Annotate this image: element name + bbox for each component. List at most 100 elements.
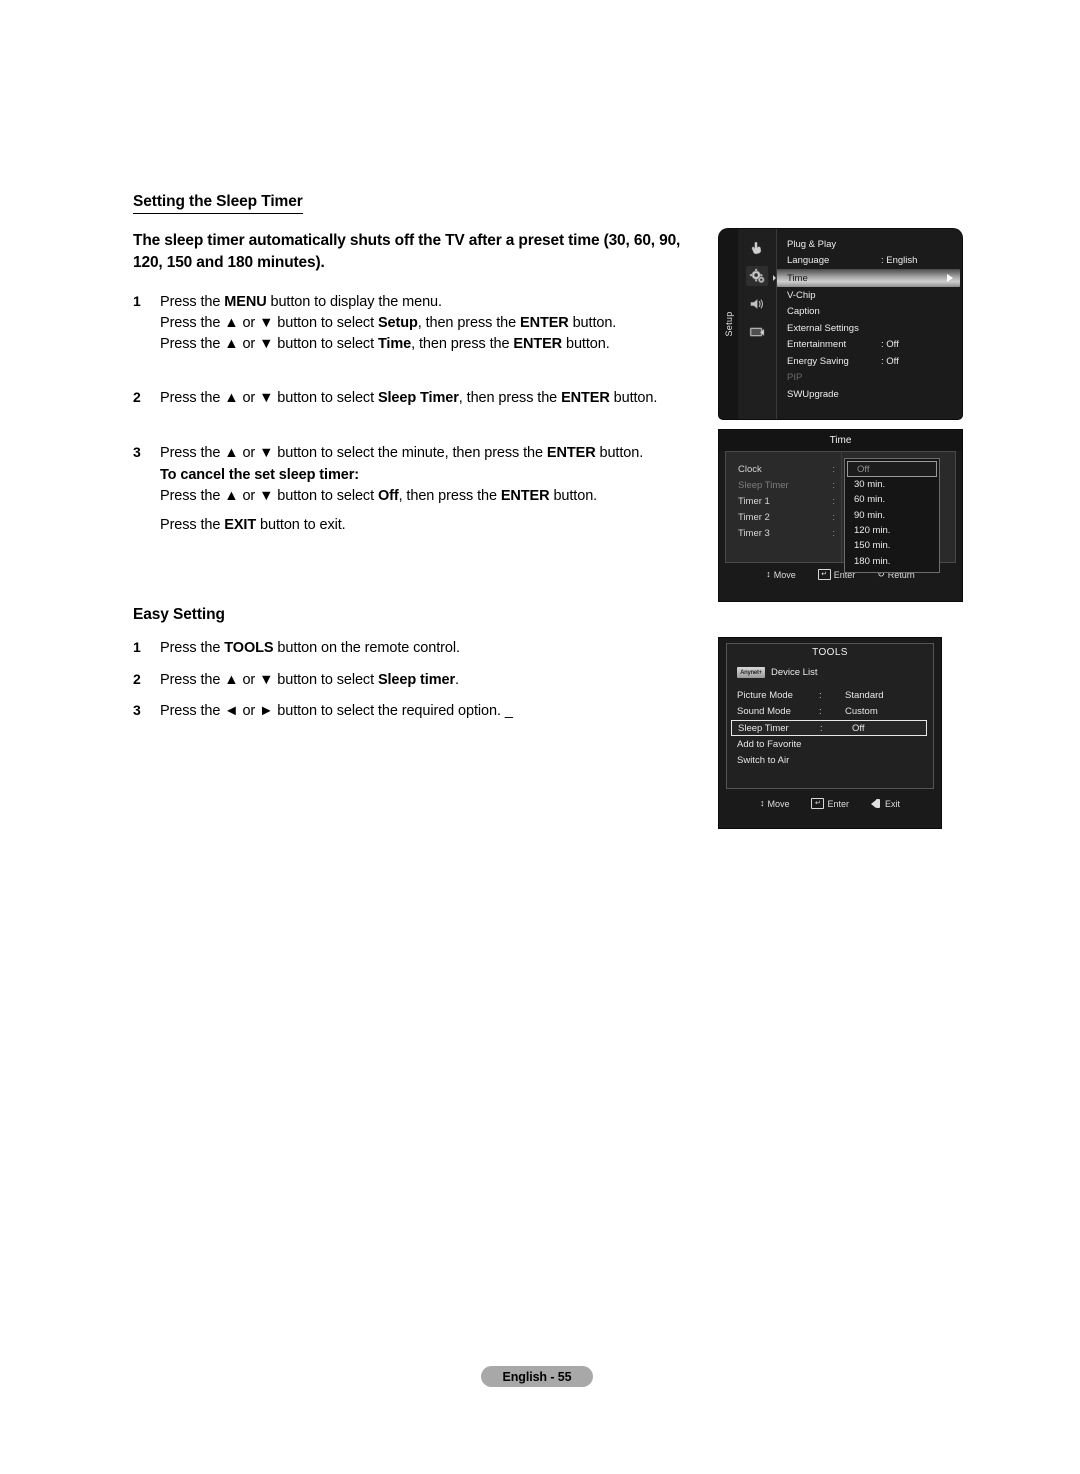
footer-label: Move: [767, 798, 790, 809]
dropdown-option-180[interactable]: 180 min.: [845, 553, 939, 568]
setup-item-label: External Settings: [787, 322, 859, 334]
step-body: Press the ◄ or ► button to select the re…: [160, 701, 698, 722]
colon-separator: :: [832, 527, 835, 539]
step-line: Press the ▲ or ▼ button to select Time, …: [160, 335, 610, 352]
time-row-timer-3[interactable]: Timer 3 :: [726, 525, 841, 541]
setup-item-pip: PIP: [777, 370, 962, 387]
time-row-timer-1[interactable]: Timer 1 :: [726, 493, 841, 509]
step-line: Press the ▲ or ▼ button to select Off, t…: [160, 487, 598, 504]
setup-menu-panel[interactable]: Setup Plug & Play Language : English Tim…: [719, 229, 962, 419]
footer-label: Move: [773, 569, 796, 580]
dropdown-option-150[interactable]: 150 min.: [845, 538, 939, 553]
step-line: Press the ▲ or ▼ button to select the mi…: [160, 444, 644, 461]
time-menu-rows: Clock : Sleep Timer : Timer 1 : Timer 2 …: [726, 452, 841, 541]
colon-separator: :: [832, 495, 835, 507]
step-number: 2: [133, 670, 141, 687]
hand-pointer-icon[interactable]: [746, 238, 768, 258]
dropdown-option-off[interactable]: Off: [847, 461, 937, 477]
setup-item-plug-and-play[interactable]: Plug & Play: [777, 236, 962, 253]
setup-item-value: : English: [881, 255, 918, 267]
time-menu-panel[interactable]: Time Clock : Sleep Timer : Timer 1 : Tim…: [719, 430, 962, 601]
setup-item-label: Plug & Play: [787, 238, 837, 250]
setup-item-entertainment[interactable]: Entertainment : Off: [777, 337, 962, 354]
tools-item-add-to-favorite[interactable]: Add to Favorite: [727, 736, 933, 753]
dropdown-option-30[interactable]: 30 min.: [845, 477, 939, 492]
tools-item-label: Device List: [771, 667, 818, 678]
colon-separator: :: [832, 479, 835, 491]
tools-item-value: Off: [852, 722, 865, 734]
step-line: Press the MENU button to display the men…: [160, 294, 442, 311]
tools-item-sound-mode[interactable]: Sound Mode : Custom: [727, 704, 933, 721]
selection-nub-icon: [773, 275, 776, 281]
footer-exit[interactable]: Exit: [871, 799, 900, 809]
step-body: Press the MENU button to display the men…: [160, 292, 698, 354]
tools-item-label: Add to Favorite: [737, 738, 802, 750]
easy-setting-steps: 1 Press the TOOLS button on the remote c…: [133, 638, 698, 722]
setup-item-time[interactable]: Time: [773, 269, 960, 287]
setup-menu-items: Plug & Play Language : English Time V-Ch…: [773, 229, 962, 419]
setup-rail: Setup: [719, 229, 738, 419]
gear-icon[interactable]: [746, 266, 768, 286]
setup-item-label: Language: [787, 255, 830, 267]
footer-enter[interactable]: ↵ Enter: [811, 798, 849, 809]
sleep-timer-dropdown[interactable]: Off 30 min. 60 min. 90 min. 120 min. 150…: [844, 458, 940, 573]
document-text-column: Setting the Sleep Timer The sleep timer …: [133, 192, 698, 733]
time-row-sleep-timer[interactable]: Sleep Timer :: [726, 477, 841, 493]
setup-item-caption[interactable]: Caption: [777, 304, 962, 321]
easy-step-1: 1 Press the TOOLS button on the remote c…: [133, 638, 698, 659]
time-row-timer-2[interactable]: Timer 2 :: [726, 509, 841, 525]
setup-item-swupgrade[interactable]: SWUpgrade: [777, 386, 962, 403]
tools-item-device-list[interactable]: Anynet+ Device List: [727, 664, 933, 681]
dropdown-option-90[interactable]: 90 min.: [845, 508, 939, 523]
tools-item-picture-mode[interactable]: Picture Mode : Standard: [727, 687, 933, 704]
setup-icon-column: [738, 229, 777, 419]
step-body: Press the ▲ or ▼ button to select Sleep …: [160, 670, 698, 691]
numbered-steps-list: 1 Press the MENU button to display the m…: [133, 292, 698, 536]
dropdown-option-120[interactable]: 120 min.: [845, 523, 939, 538]
step-3: 3 Press the ▲ or ▼ button to select the …: [133, 443, 698, 536]
tools-menu-panel[interactable]: TOOLS Anynet+ Device List Picture Mode :…: [719, 638, 941, 828]
divider: [841, 452, 842, 562]
setup-item-external-settings[interactable]: External Settings: [777, 320, 962, 337]
colon-separator: :: [819, 689, 822, 701]
time-row-clock[interactable]: Clock :: [726, 461, 841, 477]
display-icon[interactable]: [746, 322, 768, 342]
colon-separator: :: [832, 463, 835, 475]
tools-item-sleep-timer[interactable]: Sleep Timer : Off: [731, 720, 927, 736]
setup-item-label: V-Chip: [787, 289, 816, 301]
tools-item-label: Sound Mode: [737, 706, 791, 718]
setup-item-language[interactable]: Language : English: [777, 253, 962, 270]
setup-item-label: PIP: [787, 372, 803, 384]
step-number: 1: [133, 293, 141, 310]
colon-separator: :: [819, 706, 822, 718]
setup-item-label: Time: [787, 272, 808, 284]
easy-step-2: 2 Press the ▲ or ▼ button to select Slee…: [133, 670, 698, 691]
tools-item-value: Standard: [845, 689, 884, 701]
speaker-icon[interactable]: [746, 294, 768, 314]
time-row-label: Sleep Timer: [738, 479, 789, 491]
enter-icon: ↵: [817, 569, 831, 580]
tools-item-switch-to-air[interactable]: Switch to Air: [727, 753, 933, 770]
tools-item-label: Sleep Timer: [738, 722, 789, 734]
dropdown-option-60[interactable]: 60 min.: [845, 492, 939, 507]
tools-item-label: Switch to Air: [737, 755, 790, 767]
footer-move[interactable]: ↕ Move: [760, 799, 790, 809]
setup-item-label: Entertainment: [787, 339, 847, 351]
setup-item-label: SWUpgrade: [787, 388, 839, 400]
step-body: Press the TOOLS button on the remote con…: [160, 638, 698, 659]
setup-item-value: : Off: [881, 355, 899, 367]
exit-icon: [871, 799, 882, 808]
colon-separator: :: [832, 511, 835, 523]
easy-setting-heading: Easy Setting: [133, 606, 225, 623]
time-row-label: Timer 3: [738, 527, 770, 539]
move-updown-icon: ↕: [766, 569, 771, 579]
setup-item-v-chip[interactable]: V-Chip: [777, 287, 962, 304]
setup-item-energy-saving[interactable]: Energy Saving : Off: [777, 353, 962, 370]
footer-label: Enter: [827, 798, 849, 809]
move-updown-icon: ↕: [759, 798, 765, 808]
tools-menu-title: TOOLS: [812, 647, 848, 658]
footer-move[interactable]: ↕ Move: [766, 570, 796, 580]
step-body: Press the ▲ or ▼ button to select Sleep …: [160, 388, 698, 409]
step-line: Press the ▲ or ▼ button to select Sleep …: [160, 390, 658, 407]
